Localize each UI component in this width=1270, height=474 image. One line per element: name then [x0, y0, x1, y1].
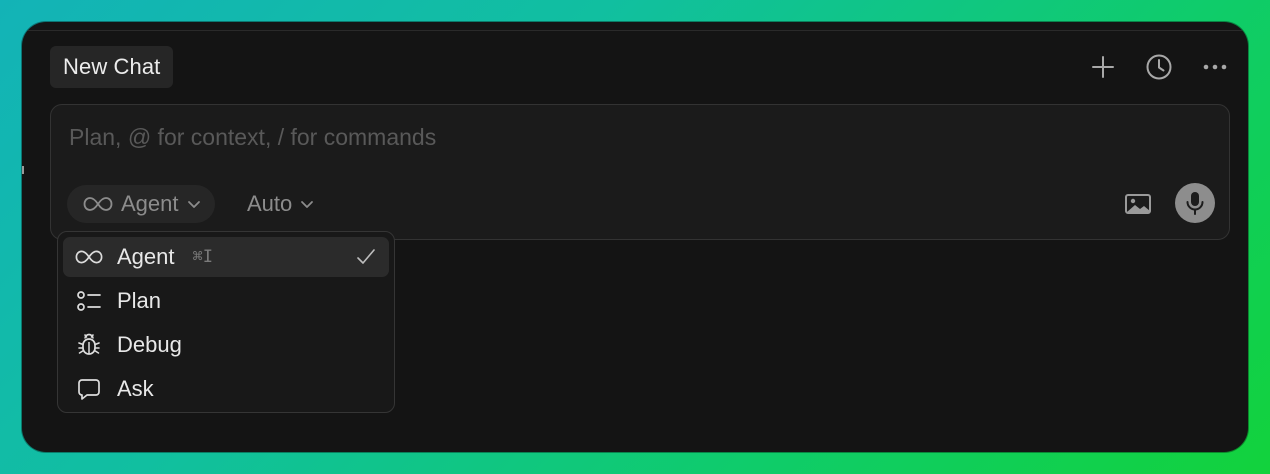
more-ellipsis-icon [1203, 64, 1227, 70]
infinity-icon [75, 243, 103, 271]
plus-icon [1092, 56, 1114, 78]
header-actions [1088, 50, 1230, 84]
voice-input-button[interactable] [1175, 183, 1215, 223]
chat-bubble-icon [75, 375, 103, 403]
chevron-down-icon [301, 201, 314, 208]
menu-item-label: Plan [117, 288, 162, 313]
keyboard-shortcut: ⌘I [192, 247, 213, 267]
chat-tab[interactable]: New Chat [50, 46, 174, 88]
mode-selector[interactable]: Agent [67, 185, 215, 223]
mode-dropdown-menu: Agent ⌘I Plan Debug Ask [57, 231, 395, 413]
menu-item-plan[interactable]: Plan [63, 281, 389, 321]
plan-list-icon [75, 287, 103, 315]
menu-item-label: Debug [117, 332, 182, 357]
history-clock-icon [1146, 54, 1172, 80]
more-options-button[interactable] [1200, 50, 1230, 84]
microphone-icon [1186, 192, 1204, 215]
bug-icon [75, 331, 103, 359]
infinity-icon [83, 197, 113, 211]
resize-edge-marker [22, 166, 24, 174]
menu-item-label: Agent [117, 244, 175, 269]
image-icon [1125, 194, 1151, 214]
menu-item-debug[interactable]: Debug [63, 325, 389, 365]
chat-window: New Chat Agent [22, 22, 1248, 452]
chevron-down-icon [187, 201, 200, 208]
top-divider [28, 30, 1242, 31]
model-selector-label: Auto [247, 191, 293, 216]
checkmark-icon [355, 245, 377, 269]
mode-selector-label: Agent [121, 191, 179, 216]
history-button[interactable] [1144, 50, 1174, 84]
menu-item-agent[interactable]: Agent ⌘I [63, 237, 389, 277]
attach-image-button[interactable] [1123, 191, 1153, 217]
new-chat-button[interactable] [1088, 50, 1118, 84]
prompt-input[interactable] [67, 119, 1171, 155]
model-selector[interactable]: Auto [247, 185, 314, 223]
menu-item-ask[interactable]: Ask [63, 369, 389, 409]
chat-composer: Agent Auto [50, 104, 1230, 240]
menu-item-label: Ask [117, 376, 154, 401]
chat-tab-label: New Chat [63, 54, 161, 79]
